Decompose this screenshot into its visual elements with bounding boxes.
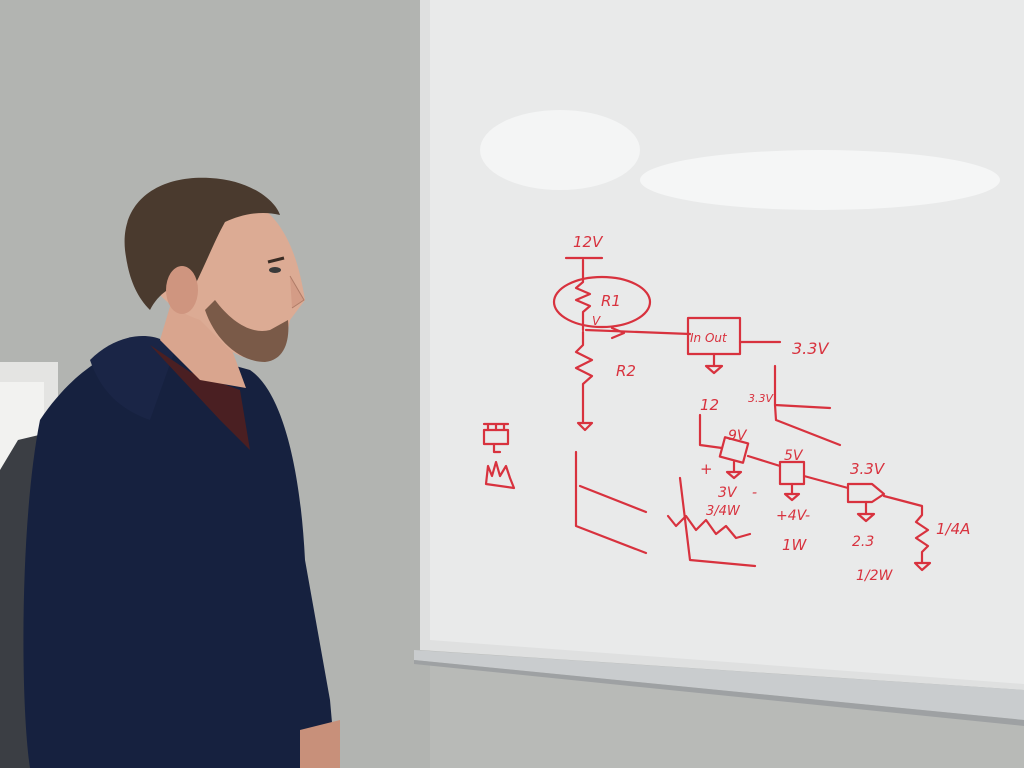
glare-right	[640, 150, 1000, 210]
label-9v: 9V	[728, 428, 748, 444]
label-1-2w: 1/2W	[856, 568, 894, 584]
label-chain-12: 12	[700, 396, 719, 414]
label-2-3: 2.3	[852, 534, 874, 550]
label-v: V	[592, 314, 601, 328]
whiteboard-surface	[430, 0, 1024, 684]
label-r2: R2	[616, 362, 636, 380]
label-out-3v3: 3.3V	[792, 339, 829, 358]
label-1w: 1W	[782, 536, 808, 554]
glare-left	[480, 110, 640, 190]
ear	[166, 266, 198, 314]
label-12v: 12V	[573, 233, 604, 251]
label-5v: 5V	[784, 448, 804, 464]
component-sketch-pins	[482, 422, 510, 432]
eye	[269, 267, 281, 273]
label-r1: R1	[601, 292, 621, 310]
label-minus: -	[752, 485, 757, 501]
classroom-photo: 12V R1 V R2 In Out 3.3V 3.3V 12 9V 5V 3.…	[0, 0, 1024, 768]
label-plus: +	[700, 460, 713, 478]
label-in-out: In Out	[690, 331, 728, 345]
label-3v3-stage: 3.3V	[850, 460, 886, 478]
label-4v: +4V-	[776, 508, 810, 524]
label-3-4w: 3/4W	[706, 504, 741, 519]
whiteboard	[414, 0, 1024, 726]
label-1-4a: 1/4A	[936, 520, 970, 538]
label-small-3v3: 3.3V	[748, 392, 774, 405]
label-3v: 3V	[718, 485, 738, 501]
